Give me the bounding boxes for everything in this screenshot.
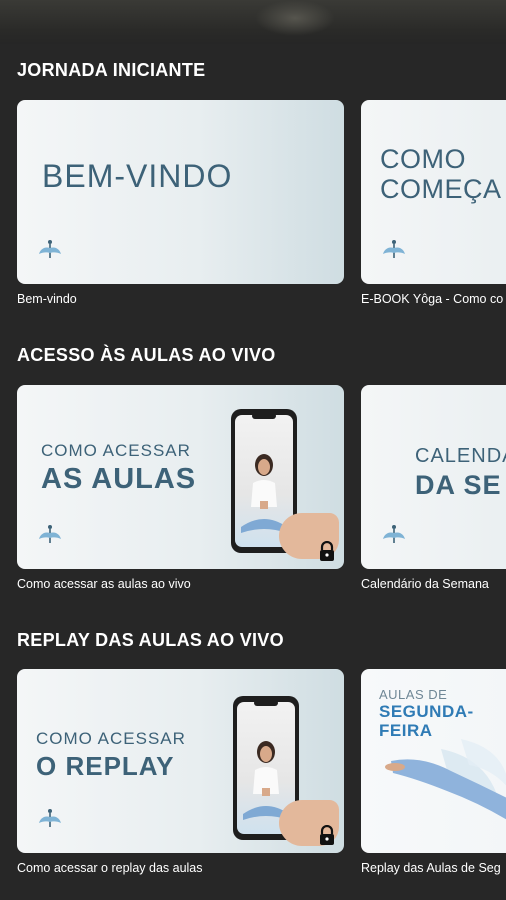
yoga-lotus-logo-icon <box>383 240 405 258</box>
yoga-lotus-logo-icon <box>39 525 61 543</box>
card-caption: Replay das Aulas de Seg <box>361 861 501 875</box>
content-row[interactable]: BEM-VINDO Bem-vindo COMO COMEÇA E-BOOK Y… <box>0 100 506 320</box>
card-thumb-title: SEGUNDA- <box>379 702 474 721</box>
card-caption: Bem-vindo <box>17 292 77 306</box>
card-thumb-title: AULAS DE <box>379 687 448 702</box>
yoga-lotus-logo-icon <box>39 240 61 258</box>
card-thumb-title: DA SE <box>415 470 502 500</box>
yoga-pose-illustration <box>385 739 506 820</box>
card-caption: E-BOOK Yôga - Como co <box>361 292 504 306</box>
lock-icon <box>320 541 334 561</box>
section-title: JORNADA INICIANTE <box>17 60 206 80</box>
content-row[interactable]: COMO ACESSAR AS AULAS Como acessar as au… <box>0 385 506 605</box>
lock-icon <box>320 825 334 845</box>
content-card[interactable]: COMO ACESSAR AS AULAS <box>17 385 344 569</box>
card-caption: Como acessar o replay das aulas <box>17 861 203 875</box>
card-thumb-title: O REPLAY <box>36 751 175 781</box>
card-thumb-title: COMO ACESSAR <box>36 729 186 748</box>
section-title: REPLAY DAS AULAS AO VIVO <box>17 630 284 650</box>
card-thumb-title: COMO <box>380 144 466 174</box>
section-title: ACESSO ÀS AULAS AO VIVO <box>17 345 276 365</box>
yoga-lotus-logo-icon <box>383 525 405 543</box>
yoga-lotus-logo-icon <box>39 809 61 827</box>
card-thumb-title: COMEÇA <box>380 174 502 204</box>
card-caption: Como acessar as aulas ao vivo <box>17 577 191 591</box>
content-card[interactable]: BEM-VINDO <box>17 100 344 284</box>
content-card[interactable]: COMO ACESSAR O REPLAY <box>17 669 344 853</box>
content-card[interactable]: CALENDÁ DA SE <box>361 385 506 569</box>
card-thumb-title: CALENDÁ <box>415 445 506 467</box>
card-caption: Calendário da Semana <box>361 577 489 591</box>
content-card[interactable]: AULAS DE SEGUNDA- FEIRA <box>361 669 506 853</box>
content-row[interactable]: COMO ACESSAR O REPLAY Como acessar o rep… <box>0 669 506 889</box>
content-card[interactable]: COMO COMEÇA <box>361 100 506 284</box>
card-thumb-title: BEM-VINDO <box>42 158 233 194</box>
card-thumb-title: AS AULAS <box>41 463 197 495</box>
top-banner-image <box>0 0 506 44</box>
card-thumb-title: COMO ACESSAR <box>41 441 191 460</box>
